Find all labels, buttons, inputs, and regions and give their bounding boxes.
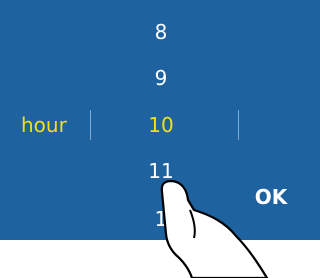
hand-pointer-icon	[160, 179, 269, 278]
